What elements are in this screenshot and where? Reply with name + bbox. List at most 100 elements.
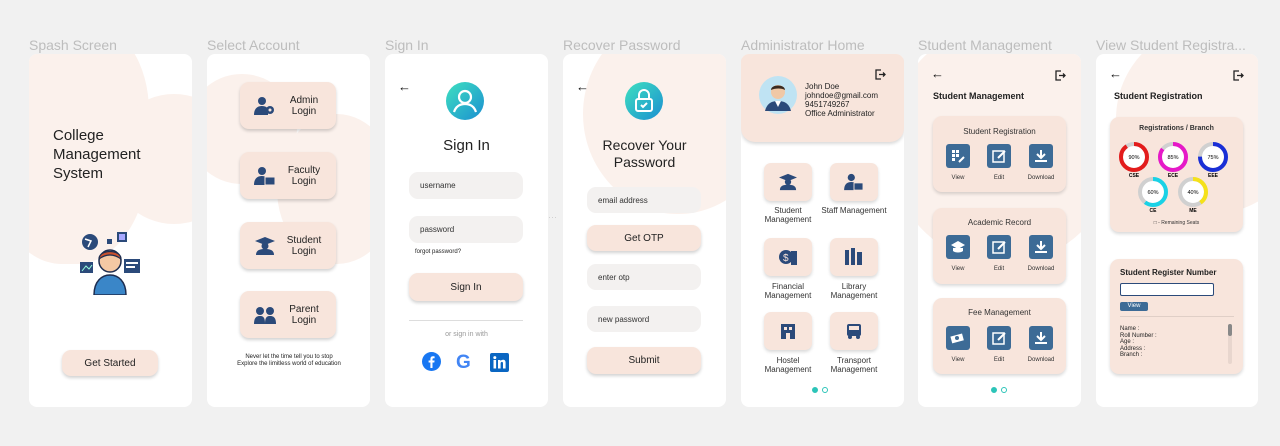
section-title: Fee Management	[968, 308, 1031, 317]
edit-button[interactable]	[987, 326, 1011, 350]
view-button[interactable]	[946, 235, 970, 259]
email-field[interactable]: email address	[587, 187, 701, 213]
google-icon[interactable]: G	[456, 353, 471, 372]
view-button[interactable]	[946, 326, 970, 350]
admin-icon	[254, 96, 274, 115]
password-field[interactable]: password	[409, 216, 523, 243]
back-arrow-icon[interactable]: ←	[931, 66, 944, 81]
pager-dot[interactable]	[812, 387, 818, 393]
section-title: Academic Record	[967, 218, 1032, 227]
screen-title-splash: Spash Screen	[29, 37, 117, 53]
legend-text: - Remaining Seats	[1158, 220, 1200, 226]
view-label: View	[951, 357, 965, 363]
admin-avatar	[759, 76, 797, 119]
tile-transport-label: Transport Management	[830, 356, 878, 374]
download-icon	[1035, 241, 1047, 253]
tile-library-label: Library Management	[830, 282, 878, 300]
download-button[interactable]	[1029, 326, 1053, 350]
tile-staff-management[interactable]	[830, 163, 878, 201]
tile-transport-management[interactable]	[830, 312, 878, 350]
student-management-screen: ← Student Management Student Registratio…	[918, 54, 1081, 407]
download-label: Download	[1027, 266, 1055, 272]
screen-title-admin-home: Administrator Home	[741, 37, 865, 53]
edit-button[interactable]	[987, 235, 1011, 259]
register-title: Student Register Number	[1120, 268, 1217, 277]
edit-button[interactable]	[987, 144, 1011, 168]
download-button[interactable]	[1029, 235, 1053, 259]
pager-dots	[812, 387, 828, 393]
sign-in-button[interactable]: Sign In	[409, 273, 523, 301]
parent-icon	[254, 306, 276, 324]
get-otp-button[interactable]: Get OTP	[587, 225, 701, 251]
alt-sign-in-text: or sign in with	[445, 331, 488, 338]
hostel-icon	[781, 324, 795, 339]
tile-student-label: Student Management	[764, 206, 812, 224]
page-title: Student Registration	[1114, 91, 1203, 101]
app-name: College Management System	[53, 127, 141, 182]
faculty-icon	[254, 166, 276, 185]
back-arrow-icon[interactable]: ←	[1109, 66, 1122, 81]
view-registration-screen: ← Student Registration Registrations / B…	[1096, 54, 1258, 407]
tile-hostel-label: Hostel Management	[764, 356, 812, 374]
export-icon[interactable]	[1233, 68, 1244, 86]
faculty-login-button[interactable]: Faculty Login	[240, 152, 336, 199]
money-icon	[950, 333, 964, 344]
pager-dot[interactable]	[991, 387, 997, 393]
view-button[interactable]	[946, 144, 970, 168]
staff-icon	[844, 173, 864, 191]
donut-value-label: 60%	[1147, 190, 1158, 196]
forgot-password-link[interactable]: forgot password?	[415, 249, 461, 255]
edit-label: Edit	[993, 266, 1005, 272]
back-arrow-icon[interactable]: ←	[576, 79, 589, 94]
sign-in-screen: ← Sign In username password forgot passw…	[385, 54, 548, 407]
parent-login-button[interactable]: Parent Login	[240, 291, 336, 338]
donut-value-label: 40%	[1187, 190, 1198, 196]
admin-role: Office Administrator	[805, 109, 875, 118]
tile-library-management[interactable]	[830, 238, 878, 276]
admin-login-button[interactable]: Admin Login	[240, 82, 336, 129]
donut-value-label: 90%	[1128, 155, 1139, 161]
admin-email: johndoe@gmail.com	[805, 91, 879, 100]
tile-financial-management[interactable]: $	[764, 238, 812, 276]
otp-field[interactable]: enter otp	[587, 264, 701, 290]
username-field[interactable]: username	[409, 172, 523, 199]
facebook-icon[interactable]	[422, 352, 441, 376]
export-icon[interactable]	[875, 67, 886, 85]
admin-phone: 9451749267	[805, 100, 850, 109]
download-label: Download	[1027, 175, 1055, 181]
back-arrow-icon[interactable]: ←	[398, 79, 411, 94]
pager-dot[interactable]	[822, 387, 828, 393]
pager-dot[interactable]	[1001, 387, 1007, 393]
register-number-input[interactable]	[1120, 283, 1214, 296]
scrollbar[interactable]	[1228, 324, 1232, 364]
linkedin-icon[interactable]	[490, 353, 509, 377]
student-details: Name : Roll Number : Age : Address : Bra…	[1120, 326, 1157, 359]
screen-title-student-mgmt: Student Management	[918, 37, 1052, 53]
admin-home-screen: John Doe johndoe@gmail.com 9451749267 Of…	[741, 54, 904, 407]
view-button[interactable]: View	[1120, 302, 1148, 311]
student-avatar-icon	[77, 229, 143, 300]
ellipsis-icon: ···	[548, 212, 557, 222]
view-label: View	[951, 266, 965, 272]
chart-title: Registrations / Branch	[1139, 125, 1214, 132]
new-password-field[interactable]: new password	[587, 306, 701, 332]
screen-title-select-account: Select Account	[207, 37, 300, 53]
divider	[409, 320, 523, 321]
student-login-button[interactable]: Student Login	[240, 222, 336, 269]
lock-chat-icon	[625, 82, 663, 125]
bus-icon	[847, 324, 861, 339]
submit-button[interactable]: Submit	[587, 347, 701, 374]
graduation-cap-icon	[951, 241, 965, 253]
pager-dots	[991, 387, 1007, 393]
download-label: Download	[1027, 357, 1055, 363]
admin-name: John Doe	[805, 82, 840, 91]
export-icon[interactable]	[1055, 68, 1066, 86]
donut-category-label: CE	[1150, 208, 1158, 214]
download-button[interactable]	[1029, 144, 1053, 168]
get-started-button[interactable]: Get Started	[62, 350, 158, 376]
finance-icon: $	[779, 250, 797, 265]
tile-student-management[interactable]	[764, 163, 812, 201]
donut-value-label: 75%	[1207, 155, 1218, 161]
tile-hostel-management[interactable]	[764, 312, 812, 350]
page-title: Student Management	[933, 91, 1025, 101]
